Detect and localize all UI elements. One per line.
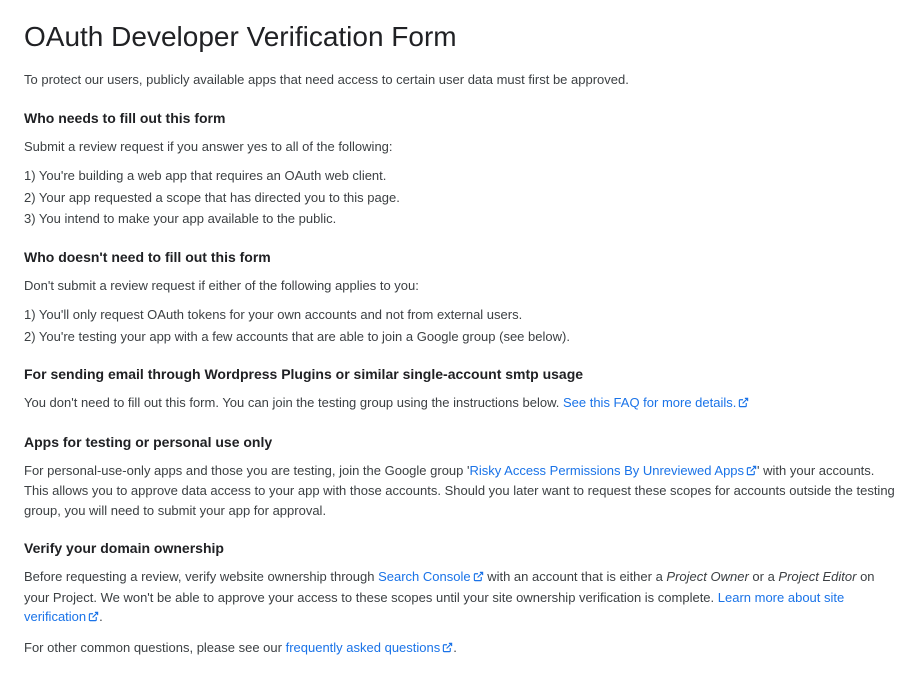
who-needs-lead: Submit a review request if you answer ye… — [24, 137, 896, 157]
emphasis: Project Owner — [666, 569, 748, 584]
verify-p2: For other common questions, please see o… — [24, 638, 896, 659]
external-link-icon — [88, 608, 99, 628]
emphasis: Project Editor — [778, 569, 856, 584]
verify-p1: Before requesting a review, verify websi… — [24, 567, 896, 628]
who-needs-heading: Who needs to fill out this form — [24, 108, 896, 129]
external-link-icon — [738, 394, 749, 414]
external-link-icon — [473, 568, 484, 588]
intro-text: To protect our users, publicly available… — [24, 70, 896, 90]
list-item: 2) You're testing your app with a few ac… — [24, 327, 896, 347]
list-item: 3) You intend to make your app available… — [24, 209, 896, 229]
who-doesnt-list: 1) You'll only request OAuth tokens for … — [24, 305, 896, 346]
testing-text: For personal-use-only apps and those you… — [24, 461, 896, 521]
who-doesnt-lead: Don't submit a review request if either … — [24, 276, 896, 296]
smtp-heading: For sending email through Wordpress Plug… — [24, 364, 896, 385]
who-doesnt-heading: Who doesn't need to fill out this form — [24, 247, 896, 268]
faq-link[interactable]: See this FAQ for more details. — [563, 395, 749, 410]
list-item: 1) You're building a web app that requir… — [24, 166, 896, 186]
who-needs-list: 1) You're building a web app that requir… — [24, 166, 896, 229]
testing-heading: Apps for testing or personal use only — [24, 432, 896, 453]
search-console-link[interactable]: Search Console — [378, 569, 484, 584]
list-item: 2) Your app requested a scope that has d… — [24, 188, 896, 208]
faq-questions-link[interactable]: frequently asked questions — [286, 640, 454, 655]
external-link-icon — [442, 639, 453, 659]
page-title: OAuth Developer Verification Form — [24, 16, 896, 58]
external-link-icon — [746, 462, 757, 482]
smtp-text: You don't need to fill out this form. Yo… — [24, 393, 896, 414]
list-item: 1) You'll only request OAuth tokens for … — [24, 305, 896, 325]
risky-access-link[interactable]: Risky Access Permissions By Unreviewed A… — [469, 463, 757, 478]
verify-heading: Verify your domain ownership — [24, 538, 896, 559]
